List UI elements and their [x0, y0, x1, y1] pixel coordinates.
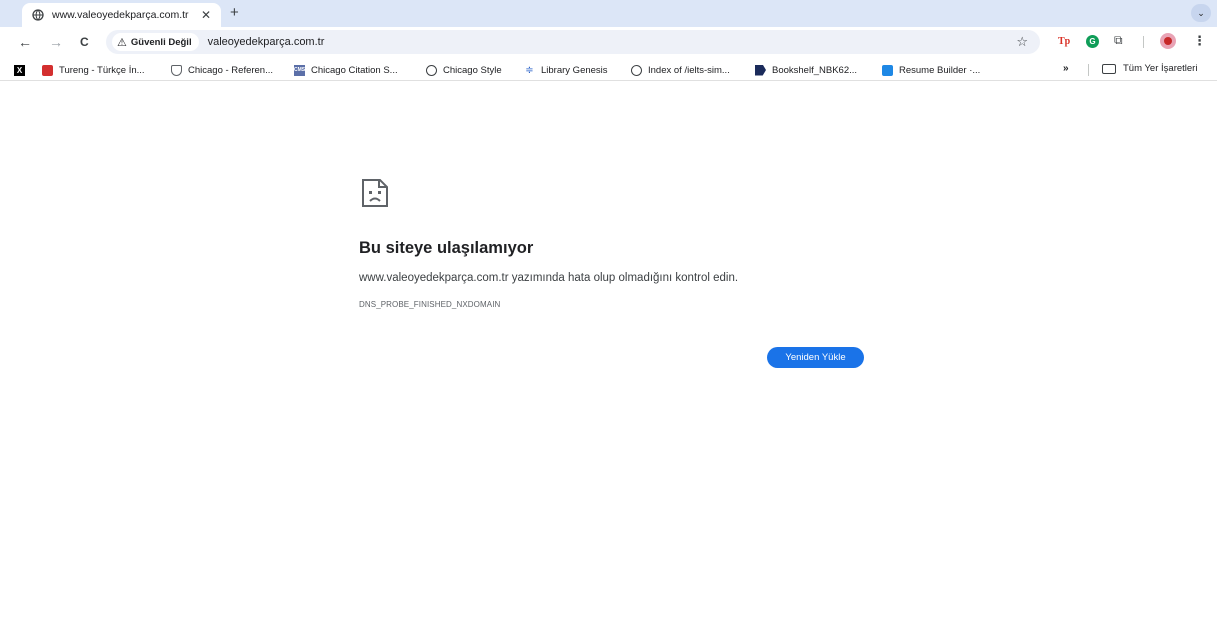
- profile-avatar[interactable]: [1160, 33, 1176, 49]
- bookmark-tureng[interactable]: Tureng - Türkçe İn...: [42, 63, 145, 77]
- sad-page-icon: [362, 179, 388, 207]
- bookmark-label: Resume Builder ·...: [899, 64, 981, 76]
- close-tab-icon[interactable]: ✕: [199, 8, 213, 22]
- reload-button[interactable]: Yeniden Yükle: [767, 347, 864, 368]
- shield-icon: [171, 64, 182, 76]
- toolbar-divider: [1143, 36, 1144, 48]
- globe-icon: [426, 64, 437, 76]
- bookmarks-bar: X Tureng - Türkçe İn... Chicago - Refere…: [0, 59, 1217, 81]
- warning-icon: ⚠: [117, 36, 127, 49]
- bookmark-resume-builder[interactable]: Resume Builder ·...: [882, 63, 980, 77]
- menu-dots-icon[interactable]: ⋮: [1193, 33, 1206, 49]
- bookshelf-icon: [755, 64, 766, 76]
- address-bar[interactable]: ⚠ Güvenli Değil valeoyedekparça.com.tr ☆: [106, 30, 1040, 54]
- tab-search-icon[interactable]: ⌄: [1191, 4, 1211, 22]
- bookmark-star-icon[interactable]: ☆: [1016, 34, 1028, 50]
- more-bookmarks-icon[interactable]: »: [1063, 63, 1069, 74]
- security-label: Güvenli Değil: [130, 36, 192, 48]
- url-text[interactable]: valeoyedekparça.com.tr: [208, 36, 325, 48]
- bookmark-label: Chicago Style: [443, 64, 502, 76]
- bookmark-label: Chicago Citation S...: [311, 64, 398, 76]
- bookmark-ielts-index[interactable]: Index of /ielts-sim...: [631, 63, 730, 77]
- bookmark-label: Library Genesis: [541, 64, 608, 76]
- tp-extension-icon[interactable]: Tp: [1058, 35, 1070, 49]
- bookmark-label: Chicago - Referen...: [188, 64, 274, 76]
- security-chip[interactable]: ⚠ Güvenli Değil: [112, 33, 199, 51]
- bookmarks-divider: [1088, 64, 1089, 76]
- bookmark-chicago-citation[interactable]: CMS Chicago Citation S...: [294, 63, 398, 77]
- x-icon: X: [14, 64, 25, 76]
- bookmark-label: Bookshelf_NBK62...: [772, 64, 858, 76]
- toolbar: ← → C ⚠ Güvenli Değil valeoyedekparça.co…: [0, 27, 1217, 59]
- globe-icon: [32, 9, 44, 21]
- bookmark-chicago-reference[interactable]: Chicago - Referen...: [171, 63, 273, 77]
- bookmark-x[interactable]: X: [14, 63, 31, 77]
- new-tab-icon[interactable]: +: [230, 4, 239, 22]
- all-bookmarks-label: Tüm Yer İşaretleri: [1123, 63, 1198, 74]
- folder-icon: [1102, 63, 1116, 74]
- tureng-icon: [42, 64, 53, 76]
- all-bookmarks-folder[interactable]: Tüm Yer İşaretleri: [1102, 63, 1197, 74]
- reload-icon[interactable]: C: [80, 34, 89, 50]
- resume-icon: [882, 64, 893, 76]
- tab-title: www.valeoyedekparça.com.tr: [52, 9, 189, 21]
- forward-icon[interactable]: →: [49, 34, 63, 50]
- back-icon[interactable]: ←: [18, 34, 32, 50]
- bookmark-label: Tureng - Türkçe İn...: [59, 64, 145, 76]
- bookmark-chicago-style[interactable]: Chicago Style: [426, 63, 502, 77]
- bookmark-bookshelf[interactable]: Bookshelf_NBK62...: [755, 63, 857, 77]
- error-title: Bu siteye ulaşılamıyor: [359, 239, 534, 257]
- extensions-puzzle-icon[interactable]: ⧉: [1114, 33, 1123, 47]
- tab-strip: www.valeoyedekparça.com.tr ✕ + ⌄: [0, 0, 1217, 27]
- library-icon: ≑: [525, 64, 534, 76]
- error-code[interactable]: DNS_PROBE_FINISHED_NXDOMAIN: [359, 300, 500, 309]
- globe-icon: [631, 64, 642, 76]
- grammarly-extension-icon[interactable]: G: [1086, 35, 1099, 48]
- error-message: www.valeoyedekparça.com.tr yazımında hat…: [359, 272, 739, 284]
- active-tab[interactable]: www.valeoyedekparça.com.tr ✕: [22, 3, 221, 27]
- cms-icon: CMS: [294, 64, 305, 76]
- bookmark-library-genesis[interactable]: ≑ Library Genesis: [524, 63, 608, 77]
- bookmark-label: Index of /ielts-sim...: [648, 64, 730, 76]
